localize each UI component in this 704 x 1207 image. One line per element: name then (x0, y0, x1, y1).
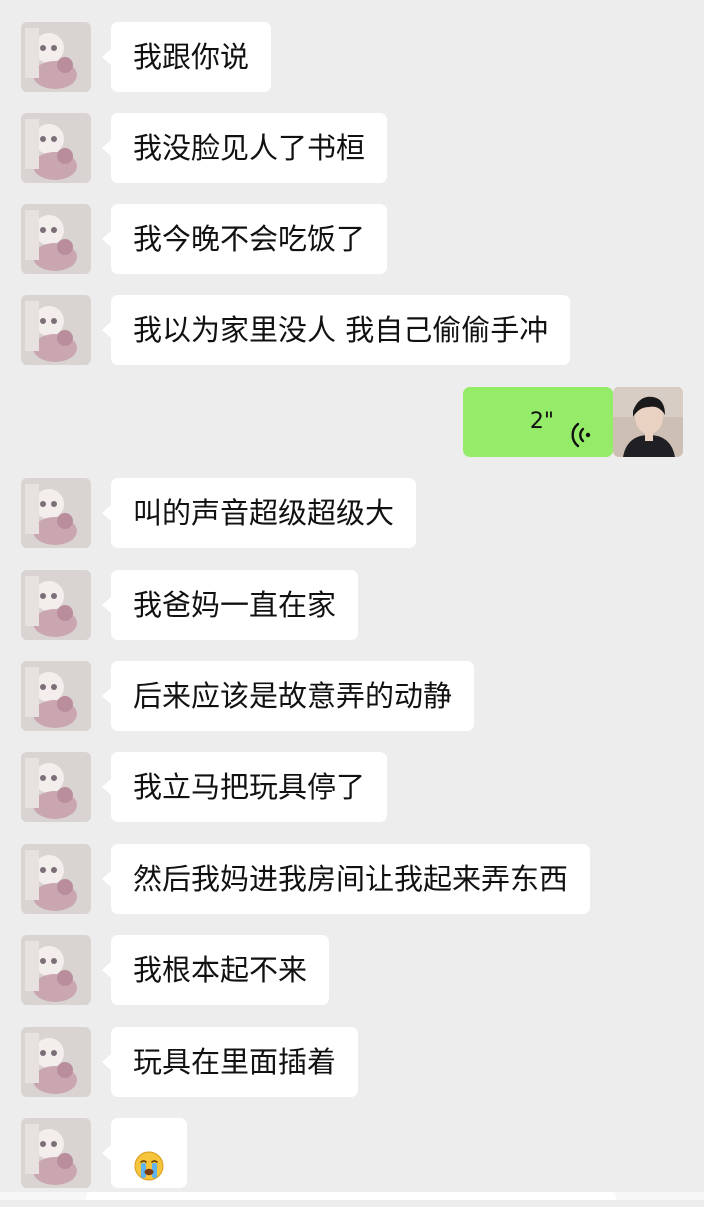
message-row: 2" (0, 387, 704, 459)
message-bubble[interactable]: 然后我妈进我房间让我起来弄东西 (101, 844, 591, 914)
contact-avatar[interactable] (21, 204, 91, 274)
contact-avatar[interactable] (21, 478, 91, 548)
self-avatar[interactable] (613, 387, 683, 457)
message-bubble[interactable]: 我立马把玩具停了 (101, 752, 388, 822)
contact-avatar[interactable] (21, 1118, 91, 1188)
input-bar-edge (0, 1192, 704, 1200)
message-bubble[interactable]: 玩具在里面插着 (101, 1027, 359, 1097)
message-row: 后来应该是故意弄的动静 (0, 661, 704, 733)
input-field-edge[interactable] (86, 1192, 616, 1200)
message-bubble[interactable]: 我没脸见人了书桓 (101, 113, 388, 183)
message-bubble[interactable]: 我跟你说 (101, 22, 272, 92)
message-bubble[interactable]: 我根本起不来 (101, 935, 330, 1005)
contact-avatar[interactable] (21, 113, 91, 183)
message-row: 我爸妈一直在家 (0, 570, 704, 642)
contact-avatar[interactable] (21, 295, 91, 365)
contact-avatar[interactable] (21, 1027, 91, 1097)
message-row: 我根本起不来 (0, 935, 704, 1007)
message-row: 我今晚不会吃饭了 (0, 204, 704, 276)
message-bubble[interactable]: 叫的声音超级超级大 (101, 478, 417, 548)
chat-message-list[interactable]: 我跟你说 我没脸见人了书桓 我今晚不会吃饭了 我以为家里没人 我自己偷偷手冲 2… (0, 0, 704, 1200)
message-row: 玩具在里面插着 (0, 1027, 704, 1099)
message-row: 我立马把玩具停了 (0, 752, 704, 824)
crying-face-emoji (133, 1137, 165, 1181)
message-bubble[interactable]: 我爸妈一直在家 (101, 570, 359, 640)
voice-message-bubble[interactable]: 2" (463, 387, 622, 457)
message-bubble[interactable]: 后来应该是故意弄的动静 (101, 661, 475, 731)
voice-wave-icon (569, 408, 593, 448)
message-bubble[interactable]: 我以为家里没人 我自己偷偷手冲 (101, 295, 571, 365)
contact-avatar[interactable] (21, 22, 91, 92)
message-row: 叫的声音超级超级大 (0, 478, 704, 550)
voice-duration: 2" (529, 409, 554, 434)
message-bubble[interactable]: 我今晚不会吃饭了 (101, 204, 388, 274)
message-row: 我跟你说 (0, 22, 704, 94)
contact-avatar[interactable] (21, 570, 91, 640)
message-row (0, 1118, 704, 1190)
contact-avatar[interactable] (21, 844, 91, 914)
message-row: 我没脸见人了书桓 (0, 113, 704, 185)
message-row: 我以为家里没人 我自己偷偷手冲 (0, 295, 704, 367)
contact-avatar[interactable] (21, 752, 91, 822)
contact-avatar[interactable] (21, 661, 91, 731)
message-row: 然后我妈进我房间让我起来弄东西 (0, 844, 704, 916)
contact-avatar[interactable] (21, 935, 91, 1005)
emoji-message-bubble[interactable] (102, 1118, 187, 1188)
